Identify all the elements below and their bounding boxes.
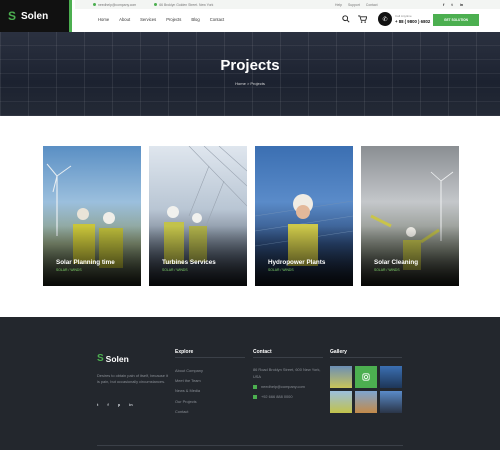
- logo[interactable]: S Solen: [0, 0, 72, 32]
- get-solution-button[interactable]: GET SOLUTION: [433, 14, 479, 26]
- gallery-title: Gallery: [330, 349, 347, 355]
- site-header: S Solen needhelp@company.com 66 Broklyn …: [0, 0, 500, 32]
- phone-icon: ✆: [378, 12, 392, 26]
- toplink-help[interactable]: Help: [335, 3, 342, 7]
- project-title[interactable]: Solar Planning time: [56, 259, 115, 266]
- logo-text: Solen: [21, 10, 49, 22]
- footer-link-news[interactable]: News & Media: [175, 386, 203, 396]
- gallery-thumb[interactable]: [380, 391, 402, 413]
- facebook-icon[interactable]: f: [107, 402, 108, 407]
- project-category: SOLAR / WINDS: [162, 268, 188, 272]
- footer-bottom-divider: [97, 445, 403, 446]
- nav-projects[interactable]: Projects: [166, 17, 181, 22]
- card-overlay: [43, 226, 141, 286]
- phone-icon: [253, 394, 257, 399]
- card-overlay: [361, 226, 459, 286]
- search-icon[interactable]: [342, 15, 350, 23]
- card-overlay: [255, 226, 353, 286]
- contact-title: Contact: [253, 349, 272, 355]
- twitter-icon[interactable]: t: [97, 402, 98, 407]
- card-overlay: [149, 226, 247, 286]
- page-hero: Projects Home > Projects: [0, 32, 500, 116]
- explore-divider: [175, 357, 245, 358]
- footer-link-projects[interactable]: Our Projects: [175, 397, 203, 407]
- mail-icon: [93, 3, 96, 6]
- toplink-contact[interactable]: Contact: [366, 3, 378, 7]
- footer-link-team[interactable]: Meet the Team: [175, 376, 203, 386]
- logo-mark-icon: S: [8, 9, 17, 23]
- contact-info: 86 Road Broklyn Street, 600 New York, US…: [253, 366, 323, 400]
- nav-services[interactable]: Services: [140, 17, 156, 22]
- project-card[interactable]: Turbines Services SOLAR / WINDS: [149, 146, 247, 286]
- main-nav: Home About Services Projects Blog Contac…: [98, 17, 234, 22]
- pinterest-icon[interactable]: p: [118, 402, 120, 407]
- topbar: needhelp@company.com 66 Broklyn Golden S…: [75, 0, 500, 9]
- nav-blog[interactable]: Blog: [191, 17, 199, 22]
- footer-logo[interactable]: S Solen: [97, 353, 129, 364]
- nav-contact[interactable]: Contact: [210, 17, 224, 22]
- breadcrumb-home[interactable]: Home: [235, 81, 246, 86]
- contact-phone[interactable]: +92 666 888 0000: [261, 393, 292, 400]
- footer-link-about[interactable]: About Company: [175, 366, 203, 376]
- facebook-icon[interactable]: f: [443, 2, 444, 7]
- topbar-socials: f t in: [443, 0, 470, 9]
- topbar-email[interactable]: needhelp@company.com: [93, 3, 136, 7]
- breadcrumb: Home > Projects: [0, 81, 500, 86]
- gallery-thumb[interactable]: [380, 366, 402, 388]
- project-grid: Solar Planning time SOLAR / WINDS Turbin…: [43, 146, 459, 286]
- project-title[interactable]: Hydropower Plants: [268, 259, 325, 266]
- footer-gallery: [330, 366, 402, 413]
- location-icon: [154, 3, 158, 6]
- phone-number: + 88 ( 9800 ) 6802: [395, 19, 431, 24]
- twitter-icon[interactable]: t: [451, 2, 452, 7]
- cart-icon[interactable]: [358, 15, 367, 23]
- footer-socials: t f p in: [97, 402, 142, 407]
- breadcrumb-separator: >: [246, 81, 250, 86]
- project-card[interactable]: Solar Cleaning SOLAR / WINDS: [361, 146, 459, 286]
- gallery-divider: [330, 357, 402, 358]
- nav-about[interactable]: About: [119, 17, 130, 22]
- linkedin-icon[interactable]: in: [460, 2, 464, 7]
- site-footer: [0, 317, 500, 450]
- contact-phone-row[interactable]: +92 666 888 0000: [253, 393, 323, 400]
- mail-icon: [253, 384, 257, 389]
- project-card[interactable]: Hydropower Plants SOLAR / WINDS: [255, 146, 353, 286]
- project-title[interactable]: Solar Cleaning: [374, 259, 418, 266]
- nav-icons: [342, 15, 375, 23]
- contact-email[interactable]: needhelp@company.com: [261, 383, 305, 390]
- breadcrumb-current: Projects: [250, 81, 265, 86]
- logo-mark-icon: S: [97, 353, 104, 364]
- gallery-thumb-highlight[interactable]: [355, 366, 377, 388]
- project-category: SOLAR / WINDS: [268, 268, 294, 272]
- project-card[interactable]: Solar Planning time SOLAR / WINDS: [43, 146, 141, 286]
- footer-link-contact[interactable]: Contact: [175, 407, 203, 417]
- gallery-thumb[interactable]: [355, 391, 377, 413]
- explore-title: Explore: [175, 349, 194, 355]
- footer-description: Desires to obtain pain of itself, becaus…: [97, 373, 168, 384]
- project-category: SOLAR / WINDS: [56, 268, 82, 272]
- explore-links: About Company Meet the Team News & Media…: [175, 366, 203, 417]
- toplink-support[interactable]: Support: [348, 3, 360, 7]
- instagram-icon: [362, 373, 370, 381]
- gallery-thumb[interactable]: [330, 391, 352, 413]
- page-title: Projects: [220, 57, 280, 74]
- nav-home[interactable]: Home: [98, 17, 109, 22]
- contact-divider: [253, 357, 323, 358]
- contact-address: 86 Road Broklyn Street, 600 New York, US…: [253, 367, 321, 379]
- footer-logo-text: Solen: [105, 353, 129, 364]
- phone-block[interactable]: ✆ Call Anytime + 88 ( 9800 ) 6802: [378, 12, 430, 26]
- contact-email-row[interactable]: needhelp@company.com: [253, 383, 323, 390]
- instagram-icon[interactable]: in: [129, 402, 133, 407]
- project-title[interactable]: Turbines Services: [162, 259, 216, 266]
- topbar-address: 66 Broklyn Golden Street. New York: [154, 3, 213, 7]
- gallery-thumb[interactable]: [330, 366, 352, 388]
- topbar-links: Help Support Contact: [335, 0, 384, 9]
- project-category: SOLAR / WINDS: [374, 268, 400, 272]
